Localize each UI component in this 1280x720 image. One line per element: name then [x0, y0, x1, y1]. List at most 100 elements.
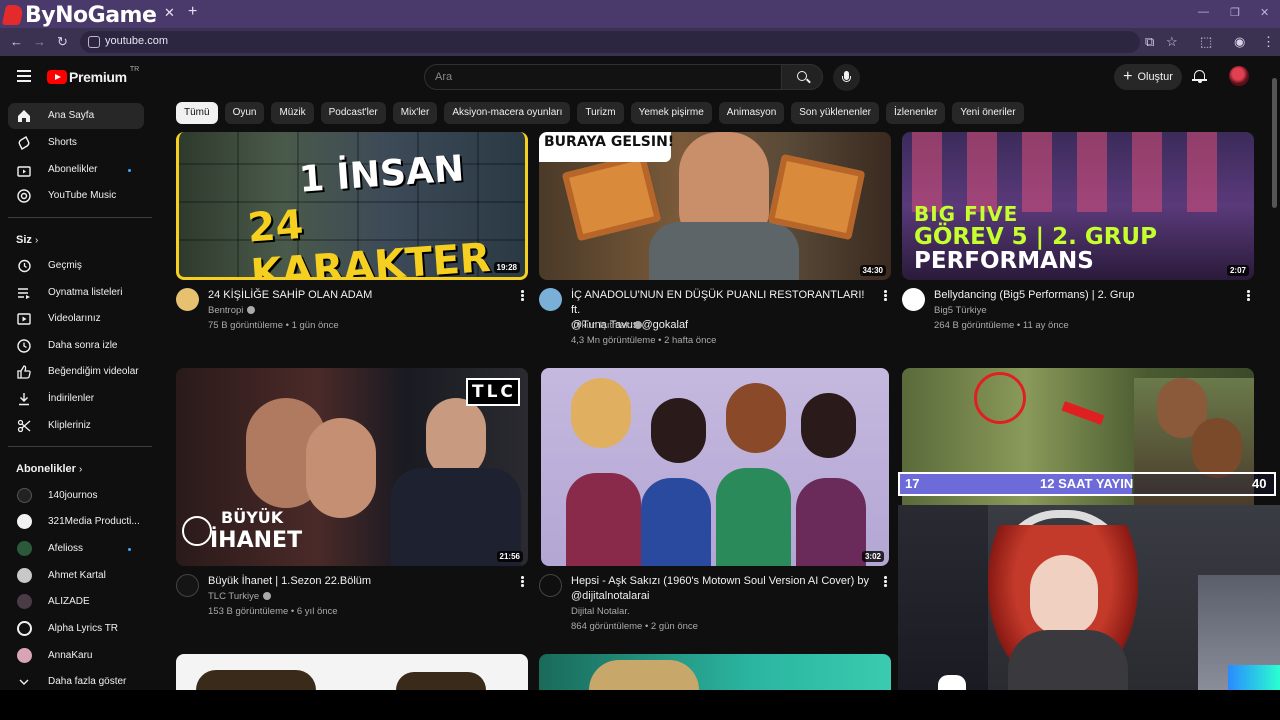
channel-name[interactable]: Orkun Işıtmak: [571, 318, 643, 333]
sidebar-item-your-videos[interactable]: Videolarınız: [8, 306, 144, 332]
channel-avatar[interactable]: [539, 288, 562, 311]
chip[interactable]: Yeni öneriler: [952, 102, 1024, 124]
you-section-heading[interactable]: Siz ›: [16, 234, 38, 246]
chip[interactable]: Son yüklenenler: [791, 102, 879, 124]
chip[interactable]: Podcast'ler: [320, 102, 386, 124]
chip[interactable]: Oyun: [224, 102, 265, 124]
search-input[interactable]: [425, 65, 781, 89]
tlc-logo-text: TLC: [472, 382, 516, 402]
sidebar-item-playlists[interactable]: Oynatma listeleri: [8, 280, 144, 306]
video-meta: 75 B görüntüleme • 1 gün önce: [208, 320, 339, 331]
sidebar-item-downloads[interactable]: İndirilenler: [8, 386, 144, 412]
chip[interactable]: Mix'ler: [392, 102, 438, 124]
menu-icon[interactable]: [17, 70, 31, 82]
notifications-bell-icon[interactable]: [1192, 69, 1207, 83]
scrollbar-thumb[interactable]: [1272, 78, 1277, 208]
youtube-play-icon: [47, 70, 67, 84]
create-button[interactable]: + Oluştur: [1114, 64, 1182, 90]
sidebar-item-label: Afelioss: [48, 543, 84, 554]
sidebar-item-shorts[interactable]: Shorts: [8, 130, 144, 156]
video-thumbnail[interactable]: [176, 654, 528, 690]
chip[interactable]: İzlenenler: [885, 102, 946, 124]
sidebar-item-home[interactable]: Ana Sayfa: [8, 103, 144, 129]
install-app-icon[interactable]: ⧉: [1145, 34, 1154, 50]
chip[interactable]: Turizm: [577, 102, 624, 124]
more-options-icon[interactable]: [521, 290, 524, 301]
sidebar-sub-afelioss[interactable]: Afelioss: [8, 536, 144, 562]
more-options-icon[interactable]: [884, 576, 887, 587]
back-icon[interactable]: ←: [10, 34, 23, 49]
account-avatar[interactable]: [1229, 66, 1249, 86]
video-thumbnail[interactable]: [539, 654, 891, 690]
sidebar-item-label: Ana Sayfa: [48, 110, 95, 121]
channel-name[interactable]: Dijital Notalar.: [571, 604, 630, 619]
extensions-icon[interactable]: ⬚: [1200, 34, 1212, 50]
channel-name[interactable]: Bentropi: [208, 303, 256, 318]
url-field[interactable]: youtube.com: [80, 31, 1140, 53]
sidebar-sub-ahmet-kartal[interactable]: Ahmet Kartal: [8, 563, 144, 589]
maximize-icon[interactable]: ❐: [1230, 6, 1240, 19]
sidebar-item-history[interactable]: Geçmiş: [8, 253, 144, 279]
channel-name[interactable]: TLC Turkiye: [208, 589, 272, 604]
sidebar-item-youtube-music[interactable]: YouTube Music: [8, 183, 144, 209]
keyhole-icon: [182, 516, 212, 546]
sidebar-sub-140journos[interactable]: 140journos: [8, 483, 144, 509]
video-thumbnail[interactable]: BURAYA GELSIN! 34:30: [539, 132, 891, 280]
channel-avatar[interactable]: [902, 288, 925, 311]
chip[interactable]: Müzik: [271, 102, 314, 124]
sidebar-item-clips[interactable]: Klipleriniz: [8, 413, 144, 439]
video-duration: 3:02: [861, 551, 884, 562]
new-tab-icon[interactable]: +: [188, 3, 197, 21]
sidebar-item-label: Videolarınız: [48, 313, 101, 324]
video-thumbnail[interactable]: 1 İNSAN 24 KARAKTER 19:28: [176, 132, 528, 280]
sidebar-item-watch-later[interactable]: Daha sonra izle: [8, 333, 144, 359]
sidebar-item-subscriptions[interactable]: Abonelikler: [8, 157, 144, 183]
chip[interactable]: Yemek pişirme: [630, 102, 712, 124]
new-content-dot: [128, 169, 131, 172]
thumbnail-text: İHANET: [210, 528, 303, 553]
video-thumbnail[interactable]: BIG FIVE GÖREV 5 | 2. GRUP PERFORMANS 2:…: [902, 132, 1254, 280]
chip-all[interactable]: Tümü: [176, 102, 218, 124]
voice-search-button[interactable]: [833, 64, 860, 91]
channel-avatar[interactable]: [176, 288, 199, 311]
tab-close-icon[interactable]: ✕: [164, 5, 175, 21]
bookmark-star-icon[interactable]: ☆: [1166, 34, 1178, 50]
more-options-icon[interactable]: [884, 290, 887, 301]
create-label: Oluştur: [1137, 71, 1173, 83]
video-title[interactable]: Hepsi - Aşk Sakızı (1960's Motown Soul V…: [571, 574, 871, 604]
video-title[interactable]: Büyük İhanet | 1.Sezon 22.Bölüm: [208, 574, 508, 589]
video-thumbnail[interactable]: TLC BÜYÜK İHANET 21:56: [176, 368, 528, 566]
youtube-logo[interactable]: Premium TR: [47, 65, 140, 85]
reload-icon[interactable]: ↻: [57, 34, 68, 50]
window-close-icon[interactable]: ✕: [1260, 6, 1269, 19]
page-scrollbar[interactable]: [1270, 58, 1278, 690]
channel-avatar[interactable]: [176, 574, 199, 597]
thumbnail-text: BÜYÜK: [221, 508, 284, 527]
search-button[interactable]: [781, 64, 823, 90]
video-thumbnail[interactable]: 3:02: [541, 368, 889, 566]
sidebar-sub-alizade[interactable]: ALIZADE: [8, 589, 144, 615]
chip[interactable]: Animasyon: [718, 102, 785, 124]
subscriptions-icon: [17, 166, 31, 177]
browser-menu-icon[interactable]: ⋮: [1262, 34, 1275, 50]
more-options-icon[interactable]: [521, 576, 524, 587]
site-info-icon[interactable]: [88, 36, 100, 48]
forward-icon[interactable]: →: [33, 34, 46, 49]
sidebar-sub-alpha-lyrics[interactable]: Alpha Lyrics TR: [8, 616, 144, 642]
sidebar-sub-annakaru[interactable]: AnnaKaru: [8, 643, 144, 669]
thumbnail-text: BIG FIVE: [914, 202, 1019, 226]
chip[interactable]: Aksiyon-macera oyunları: [444, 102, 571, 124]
channel-avatar[interactable]: [539, 574, 562, 597]
video-title[interactable]: Bellydancing (Big5 Performans) | 2. Grup: [934, 288, 1234, 303]
video-title[interactable]: 24 KİŞİLİĞE SAHİP OLAN ADAM: [208, 288, 508, 303]
country-badge: TR: [129, 65, 140, 73]
sidebar-item-liked-videos[interactable]: Beğendiğim videolar: [8, 359, 144, 385]
sidebar-item-label: İndirilenler: [48, 393, 95, 404]
profile-icon[interactable]: ◉: [1234, 34, 1245, 50]
channel-name[interactable]: Big5 Türkiye: [934, 303, 987, 318]
subscriptions-section-heading[interactable]: Abonelikler ›: [16, 463, 82, 475]
sidebar-item-label: ALIZADE: [48, 596, 90, 607]
sidebar-sub-321media[interactable]: 321Media Producti...: [8, 509, 144, 535]
minimize-icon[interactable]: —: [1198, 6, 1209, 18]
more-options-icon[interactable]: [1247, 290, 1250, 301]
